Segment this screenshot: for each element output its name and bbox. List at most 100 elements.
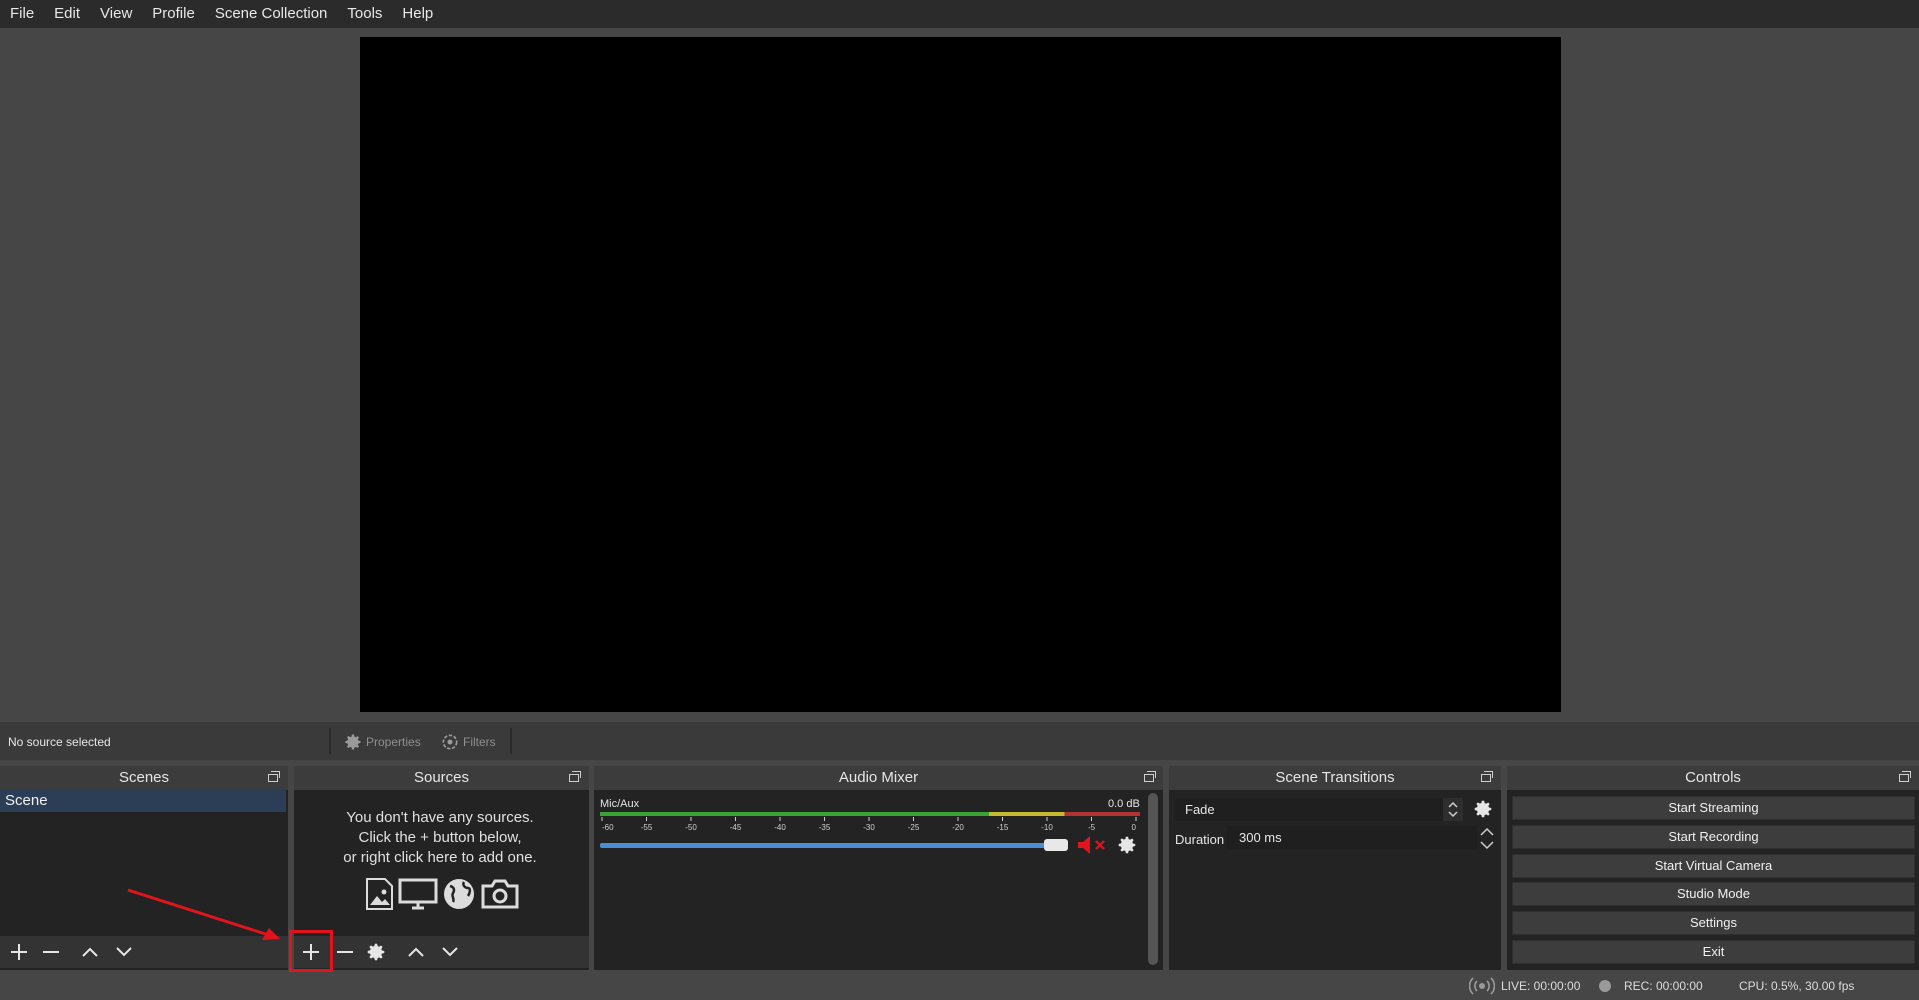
undock-icon[interactable]: [569, 771, 581, 782]
settings-button[interactable]: Settings: [1512, 911, 1915, 935]
chevron-up-icon: [82, 947, 98, 957]
sources-empty-line: or right click here to add one.: [343, 849, 537, 866]
meter-tick-label: -25: [908, 823, 920, 831]
meter-tick-label: -10: [1041, 823, 1053, 831]
audio-settings-button[interactable]: [1116, 834, 1138, 859]
gear-icon: [367, 943, 385, 961]
chevron-down-icon: [442, 947, 458, 957]
audio-mixer-title: Audio Mixer: [594, 766, 1163, 790]
remove-source-button[interactable]: [331, 938, 359, 966]
source-type-icons: [364, 876, 524, 912]
add-scene-button[interactable]: [5, 938, 33, 966]
duration-label: Duration: [1175, 832, 1225, 847]
undock-icon[interactable]: [1481, 771, 1493, 782]
controls-title: Controls: [1507, 766, 1919, 790]
meter-tick-label: -5: [1088, 823, 1096, 831]
move-source-up-button[interactable]: [402, 938, 430, 966]
camera-icon: [481, 879, 519, 909]
gear-icon: [1474, 800, 1492, 818]
meter-tick-label: -60: [602, 823, 614, 831]
menu-bar: File Edit View Profile Scene Collection …: [0, 0, 1919, 28]
chevron-up-icon: [408, 947, 424, 957]
preview-canvas[interactable]: [360, 37, 1561, 712]
move-source-down-button[interactable]: [436, 938, 464, 966]
meter-tick-label: -40: [774, 823, 786, 831]
volume-meter: [600, 812, 1140, 816]
menu-file[interactable]: File: [0, 0, 44, 28]
updown-icon: [1480, 827, 1494, 850]
scenes-title: Scenes: [0, 766, 288, 790]
menu-profile[interactable]: Profile: [142, 0, 205, 28]
menu-tools[interactable]: Tools: [337, 0, 392, 28]
speaker-muted-icon: [1078, 836, 1105, 854]
sources-title: Sources: [294, 766, 589, 790]
exit-button[interactable]: Exit: [1512, 940, 1915, 964]
undock-icon[interactable]: [1899, 771, 1911, 782]
duration-stepper[interactable]: [1478, 826, 1496, 851]
source-properties-button[interactable]: [362, 938, 390, 966]
meter-tick-label: -20: [952, 823, 964, 831]
mixer-scrollbar[interactable]: [1148, 793, 1158, 965]
duration-input[interactable]: 300 ms: [1227, 826, 1477, 849]
meter-tick-label: 0: [1132, 823, 1137, 831]
filters-label: Filters: [463, 735, 496, 749]
start-virtual-camera-button[interactable]: Start Virtual Camera: [1512, 854, 1915, 878]
filters-button[interactable]: Filters: [440, 730, 496, 754]
undock-icon[interactable]: [268, 771, 280, 782]
context-bar: [0, 722, 1919, 760]
start-recording-button[interactable]: Start Recording: [1512, 825, 1915, 849]
mute-button[interactable]: [1076, 835, 1108, 858]
transition-select-arrows[interactable]: [1443, 798, 1463, 821]
meter-scale: -60 -55 -50 -45 -40 -35 -30 -25 -20 -15 -10 -5 0: [601, 817, 1137, 831]
context-separator: [329, 728, 331, 754]
transition-settings-button[interactable]: [1472, 798, 1494, 823]
volume-slider-handle[interactable]: [1044, 839, 1068, 851]
live-indicator: [1468, 977, 1496, 998]
transition-select[interactable]: Fade: [1175, 798, 1443, 821]
gear-icon: [345, 734, 361, 750]
menu-view[interactable]: View: [90, 0, 142, 28]
scene-transitions-dock: [1169, 766, 1501, 970]
no-source-label: No source selected: [8, 735, 111, 749]
meter-tick-label: -50: [685, 823, 697, 831]
sources-empty-message: You don't have any sources. Click the + …: [294, 808, 586, 868]
menu-edit[interactable]: Edit: [44, 0, 90, 28]
menu-scene-collection[interactable]: Scene Collection: [205, 0, 338, 28]
updown-icon: [1448, 801, 1458, 818]
studio-mode-button[interactable]: Studio Mode: [1512, 882, 1915, 906]
plus-icon: [11, 944, 27, 960]
remove-scene-button[interactable]: [37, 938, 65, 966]
broadcast-icon: [1468, 977, 1496, 995]
context-separator: [510, 728, 512, 754]
cpu-fps-readout: CPU: 0.5%, 30.00 fps: [1739, 979, 1855, 993]
sources-empty-line: Click the + button below,: [358, 829, 522, 846]
record-dot-icon: [1599, 980, 1611, 992]
meter-tick-label: -55: [641, 823, 653, 831]
minus-icon: [43, 951, 59, 953]
meter-tick-label: -45: [730, 823, 742, 831]
properties-button[interactable]: Properties: [343, 730, 421, 754]
image-icon: [366, 878, 393, 910]
start-streaming-button[interactable]: Start Streaming: [1512, 796, 1915, 820]
menu-help[interactable]: Help: [392, 0, 443, 28]
annotation-highlight-box: [289, 930, 333, 972]
meter-tick-label: -35: [819, 823, 831, 831]
scene-transitions-title: Scene Transitions: [1169, 766, 1501, 790]
meter-tick-label: -15: [997, 823, 1009, 831]
audio-mixer-dock: [594, 766, 1163, 970]
undock-icon[interactable]: [1144, 771, 1156, 782]
monitor-icon: [398, 878, 438, 910]
meter-tick-label: -30: [863, 823, 875, 831]
rec-timer: REC: 00:00:00: [1624, 979, 1703, 993]
audio-level-readout: 0.0 dB: [1108, 798, 1140, 810]
gear-icon: [1118, 836, 1136, 854]
sources-empty-line: You don't have any sources.: [346, 809, 534, 826]
scene-list-item-label: Scene: [5, 792, 48, 809]
annotation-arrow: [127, 888, 280, 940]
minus-icon: [337, 951, 353, 953]
globe-icon: [444, 879, 474, 909]
filter-icon: [442, 734, 458, 750]
volume-slider[interactable]: [600, 843, 1068, 848]
move-scene-up-button[interactable]: [76, 938, 104, 966]
properties-label: Properties: [366, 735, 421, 749]
